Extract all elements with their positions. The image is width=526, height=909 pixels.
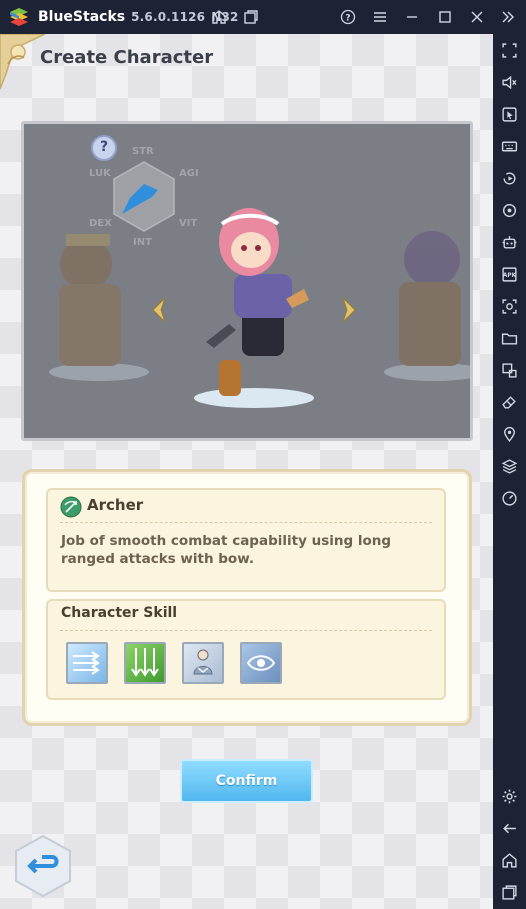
speedometer-icon (501, 490, 517, 506)
minimize-button[interactable] (401, 6, 423, 28)
stat-label-luk: LUK (89, 168, 111, 179)
sidebar-home-button[interactable] (499, 850, 519, 870)
app-name: BlueStacks (38, 9, 126, 25)
sidebar-folder-button[interactable] (499, 328, 519, 348)
stat-label-agi: AGI (179, 168, 199, 179)
multi-instance-icon (244, 10, 258, 24)
back-arrow-icon (15, 834, 71, 898)
close-button[interactable] (466, 6, 488, 28)
location-pin-icon (503, 426, 515, 442)
arrow-rain-skill-icon[interactable] (124, 642, 166, 684)
eraser-icon (501, 395, 516, 409)
sidebar-multi-window-button[interactable] (499, 360, 519, 380)
sidebar-keyboard-button[interactable] (499, 136, 519, 156)
stat-label-vit: VIT (179, 218, 198, 229)
chevron-right-icon (342, 297, 356, 323)
cursor-pointer-icon (501, 106, 517, 122)
sidebar-layers-button[interactable] (499, 456, 519, 476)
eagle-eye-skill-icon[interactable] (240, 642, 282, 684)
stat-label-int: INT (133, 237, 152, 248)
multi-arrow-skill-icon[interactable] (66, 642, 108, 684)
bluestacks-window: BlueStacks 5.6.0.1126 N32 ? APK Create C… (0, 0, 526, 909)
concentration-skill-icon[interactable] (182, 642, 224, 684)
class-description: Job of smooth combat capability using lo… (61, 533, 392, 567)
bow-class-icon (60, 496, 82, 518)
screenshot-icon (501, 298, 517, 314)
back-button[interactable] (12, 833, 74, 899)
class-name: Archer (87, 496, 144, 514)
sidebar-performance-button[interactable] (499, 488, 519, 508)
skills-title: Character Skill (61, 605, 178, 621)
apk-install-icon: APK (501, 266, 516, 282)
folder-icon (501, 333, 517, 345)
home-icon (212, 10, 226, 24)
robot-icon (502, 235, 516, 249)
stats-help-button[interactable]: ? (91, 135, 117, 161)
sidebar-eraser-button[interactable] (499, 392, 519, 412)
title-bar: BlueStacks 5.6.0.1126 N32 ? (0, 0, 526, 34)
right-character-silhouette (384, 231, 470, 381)
sidebar-recent-apps-button[interactable] (499, 882, 519, 902)
stat-label-dex: DEX (89, 218, 112, 229)
archer-character-sprite (194, 208, 314, 408)
stat-label-str: STR (132, 146, 154, 157)
collapse-sidebar-button[interactable] (497, 6, 519, 28)
sidebar-fullscreen-button[interactable] (499, 40, 519, 60)
maximize-button[interactable] (434, 6, 456, 28)
sidebar-volume-button[interactable] (499, 72, 519, 92)
double-chevron-right-icon (502, 11, 514, 23)
sidebar-record-button[interactable] (499, 168, 519, 188)
hamburger-menu-icon (374, 12, 386, 22)
close-icon (471, 11, 483, 23)
confirm-button[interactable]: Confirm (180, 759, 313, 803)
skills-divider (60, 630, 432, 631)
home-button[interactable] (208, 6, 230, 28)
arrow-left-icon (502, 823, 516, 833)
game-viewport: Create Character ? STR AGI VIT INT DEX L… (0, 34, 493, 909)
minimize-icon (407, 16, 417, 18)
svg-text:APK: APK (502, 273, 516, 279)
layers-icon (501, 458, 517, 474)
app-version: 5.6.0.1126 (131, 10, 206, 24)
page-title: Create Character (40, 47, 214, 68)
right-sidebar: APK (493, 34, 526, 909)
multi-instance-button[interactable] (240, 6, 262, 28)
stat-hexagon (113, 161, 175, 232)
sidebar-settings-button[interactable] (499, 786, 519, 806)
help-icon: ? (340, 9, 356, 25)
home-icon (501, 852, 517, 868)
recent-apps-icon (501, 884, 517, 900)
gear-icon (502, 789, 516, 803)
svg-text:?: ? (345, 14, 350, 24)
help-button[interactable]: ? (337, 6, 359, 28)
chevron-left-icon (152, 297, 166, 323)
class-divider (60, 522, 432, 523)
sidebar-location-button[interactable] (499, 424, 519, 444)
previous-character-button[interactable] (149, 296, 169, 324)
record-macro-icon (502, 172, 515, 184)
fullscreen-icon (501, 42, 517, 58)
sidebar-apk-button[interactable]: APK (499, 264, 519, 284)
maximize-icon (439, 11, 451, 23)
sidebar-back-button[interactable] (499, 818, 519, 838)
keyboard-icon (501, 141, 517, 151)
next-character-button[interactable] (339, 296, 359, 324)
resize-window-icon (501, 362, 517, 378)
sidebar-gamepad-button[interactable] (499, 232, 519, 252)
sidebar-macro-button[interactable] (499, 104, 519, 124)
left-character-silhouette (49, 234, 149, 381)
sync-icon (502, 203, 516, 217)
sidebar-screenshot-button[interactable] (499, 296, 519, 316)
bluestacks-logo-icon (10, 8, 28, 26)
menu-button[interactable] (369, 6, 391, 28)
volume-muted-icon (501, 75, 516, 89)
sidebar-rotate-button[interactable] (499, 200, 519, 220)
